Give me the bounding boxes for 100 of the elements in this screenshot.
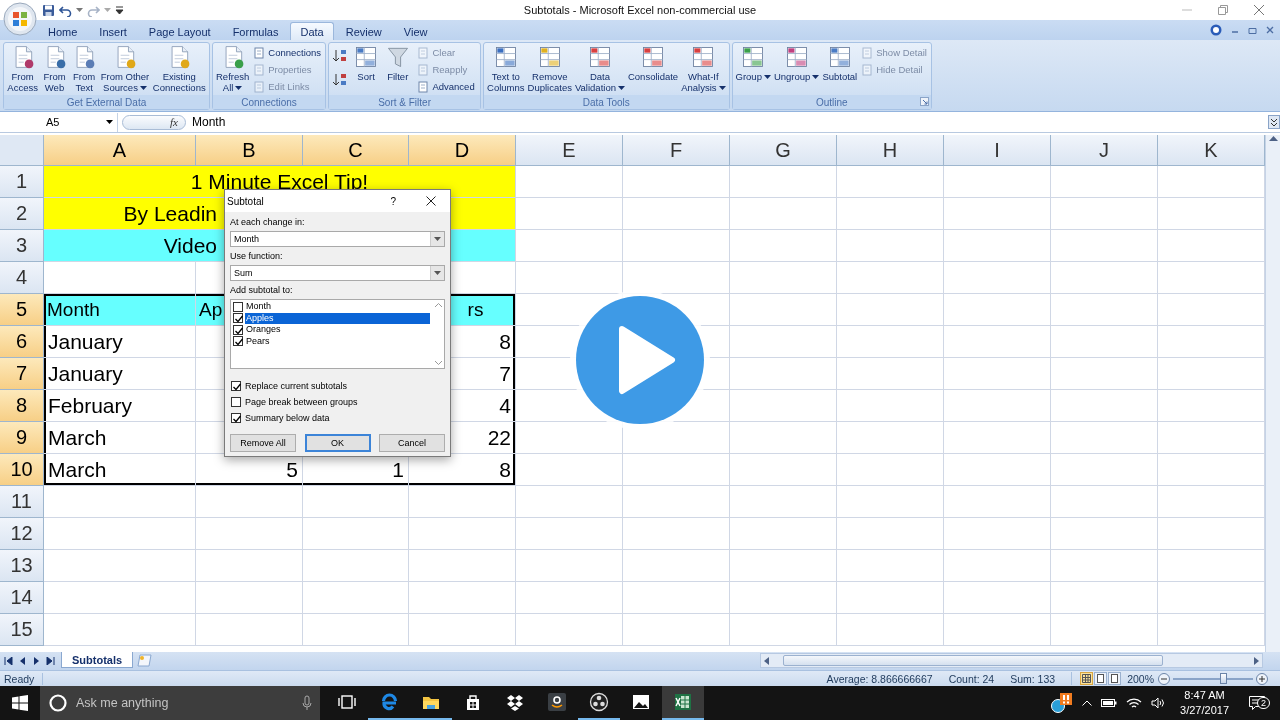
help-button[interactable]: ? xyxy=(390,195,396,207)
row-header[interactable]: 9 xyxy=(0,422,44,454)
ribbon-tab[interactable]: View xyxy=(393,22,438,40)
ribbon-button[interactable]: From Access xyxy=(6,44,39,93)
column-header[interactable]: H xyxy=(837,135,944,166)
checkbox[interactable] xyxy=(233,313,243,324)
ribbon-button[interactable]: Connections xyxy=(251,44,324,61)
sheet-tab[interactable]: Subtotals xyxy=(61,652,134,668)
sort-descending-icon[interactable] xyxy=(332,72,349,88)
checkbox[interactable] xyxy=(233,336,243,347)
alert-icon[interactable] xyxy=(1051,692,1074,714)
row-header[interactable]: 2 xyxy=(0,198,44,230)
column-header[interactable]: G xyxy=(730,135,837,166)
dialog-button[interactable]: Remove All xyxy=(230,434,296,452)
dropdown-field[interactable]: Month xyxy=(230,231,445,247)
ribbon-button[interactable]: Subtotal xyxy=(821,44,859,82)
taskbar-app[interactable] xyxy=(662,686,704,720)
ribbon-button[interactable]: Existing Connections xyxy=(151,44,207,93)
zoom-in-icon[interactable] xyxy=(1256,672,1268,685)
column-header[interactable]: E xyxy=(516,135,623,166)
sort-ascending-icon[interactable] xyxy=(332,48,349,64)
zoom-level[interactable]: 200% xyxy=(1127,672,1154,685)
column-header[interactable]: I xyxy=(944,135,1051,166)
save-icon[interactable] xyxy=(42,3,55,17)
dialog-launcher-icon[interactable] xyxy=(919,97,929,106)
ribbon-tab[interactable]: Home xyxy=(38,22,88,40)
row-header[interactable]: 6 xyxy=(0,326,44,358)
search-field[interactable]: Ask me anything xyxy=(76,696,294,710)
row-header[interactable]: 15 xyxy=(0,614,44,646)
ribbon-tab[interactable]: Insert xyxy=(89,22,137,40)
view-button[interactable] xyxy=(1094,672,1108,685)
checkbox[interactable] xyxy=(233,324,243,335)
ribbon-tab[interactable]: Page Layout xyxy=(138,22,221,40)
column-header[interactable]: A xyxy=(44,135,196,166)
row-header[interactable]: 10 xyxy=(0,454,44,486)
ribbon-button[interactable]: Refresh All xyxy=(215,44,251,93)
volume-icon[interactable] xyxy=(1151,697,1166,709)
clock-button[interactable]: 8:47 AM 3/27/2017 xyxy=(1174,688,1235,718)
slider-thumb[interactable] xyxy=(1220,672,1228,684)
horizontal-scrollbar[interactable] xyxy=(760,653,1263,668)
row-header[interactable]: 13 xyxy=(0,550,44,582)
ribbon-button[interactable]: Remove Duplicates xyxy=(526,44,573,93)
restore-icon[interactable] xyxy=(1248,26,1257,34)
chevron-up-icon[interactable] xyxy=(1082,700,1093,706)
column-header[interactable]: F xyxy=(623,135,730,166)
insert-function-button[interactable]: fx xyxy=(122,114,186,130)
row-header[interactable]: 7 xyxy=(0,358,44,390)
column-header[interactable]: K xyxy=(1158,135,1265,166)
checkbox[interactable] xyxy=(231,381,241,391)
ribbon-button[interactable]: Sort xyxy=(352,44,381,82)
ribbon-button[interactable]: Text to Columns xyxy=(486,44,526,93)
column-header[interactable]: D xyxy=(409,135,516,166)
list-item[interactable]: Apples xyxy=(245,312,430,324)
undo-icon[interactable] xyxy=(59,3,72,17)
ribbon-button[interactable]: What-If Analysis xyxy=(680,44,727,93)
customize-icon[interactable] xyxy=(115,6,124,14)
row-header[interactable]: 4 xyxy=(0,262,44,294)
notification-button[interactable]: 2 xyxy=(1244,694,1270,712)
column-header[interactable]: B xyxy=(196,135,303,166)
checkbox[interactable] xyxy=(233,301,243,312)
wifi-icon[interactable] xyxy=(1126,697,1143,709)
restore-icon[interactable] xyxy=(1218,5,1228,15)
row-header[interactable]: 14 xyxy=(0,582,44,614)
ribbon-button[interactable]: From Other Sources xyxy=(99,44,151,93)
microphone-icon[interactable] xyxy=(302,695,312,711)
column-header[interactable]: J xyxy=(1051,135,1158,166)
row-header[interactable]: 1 xyxy=(0,166,44,198)
ribbon-tab[interactable]: Review xyxy=(335,22,392,40)
ribbon-button[interactable]: Advanced xyxy=(415,78,477,95)
ribbon-button[interactable]: From Web xyxy=(40,44,69,93)
ribbon-button[interactable]: From Text xyxy=(70,44,99,93)
ribbon-tab[interactable]: Data xyxy=(290,22,334,40)
view-button[interactable] xyxy=(1108,672,1122,685)
first-sheet-icon[interactable] xyxy=(4,657,13,665)
close-icon[interactable] xyxy=(426,196,436,206)
row-header[interactable]: 11 xyxy=(0,486,44,518)
ribbon-tab[interactable]: Formulas xyxy=(222,22,289,40)
ribbon-button[interactable]: Consolidate xyxy=(626,44,680,82)
checkbox[interactable] xyxy=(231,413,241,423)
vertical-scrollbar[interactable] xyxy=(1265,135,1280,652)
row-header[interactable]: 12 xyxy=(0,518,44,550)
dialog-button[interactable]: OK xyxy=(304,434,371,452)
zoom-out-icon[interactable] xyxy=(1158,672,1170,685)
column-header[interactable]: C xyxy=(303,135,409,166)
previous-sheet-icon[interactable] xyxy=(18,657,27,665)
expand-icon[interactable] xyxy=(1268,115,1280,129)
office-button[interactable] xyxy=(3,2,37,36)
next-sheet-icon[interactable] xyxy=(32,657,41,665)
ribbon-button[interactable]: Data Validation xyxy=(573,44,626,93)
battery-icon[interactable] xyxy=(1101,698,1118,708)
ribbon-button[interactable]: Filter xyxy=(383,44,412,82)
row-header[interactable]: 8 xyxy=(0,390,44,422)
ribbon-button[interactable]: Ungroup xyxy=(772,44,821,82)
dropdown-field[interactable]: Sum xyxy=(230,265,445,281)
row-header[interactable]: 5 xyxy=(0,294,44,326)
dialog-button[interactable]: Cancel xyxy=(379,434,445,452)
last-sheet-icon[interactable] xyxy=(46,657,55,665)
view-button[interactable] xyxy=(1080,672,1094,685)
search-bar[interactable]: Ask me anything xyxy=(40,686,320,720)
ribbon-button[interactable]: Group xyxy=(734,44,772,82)
